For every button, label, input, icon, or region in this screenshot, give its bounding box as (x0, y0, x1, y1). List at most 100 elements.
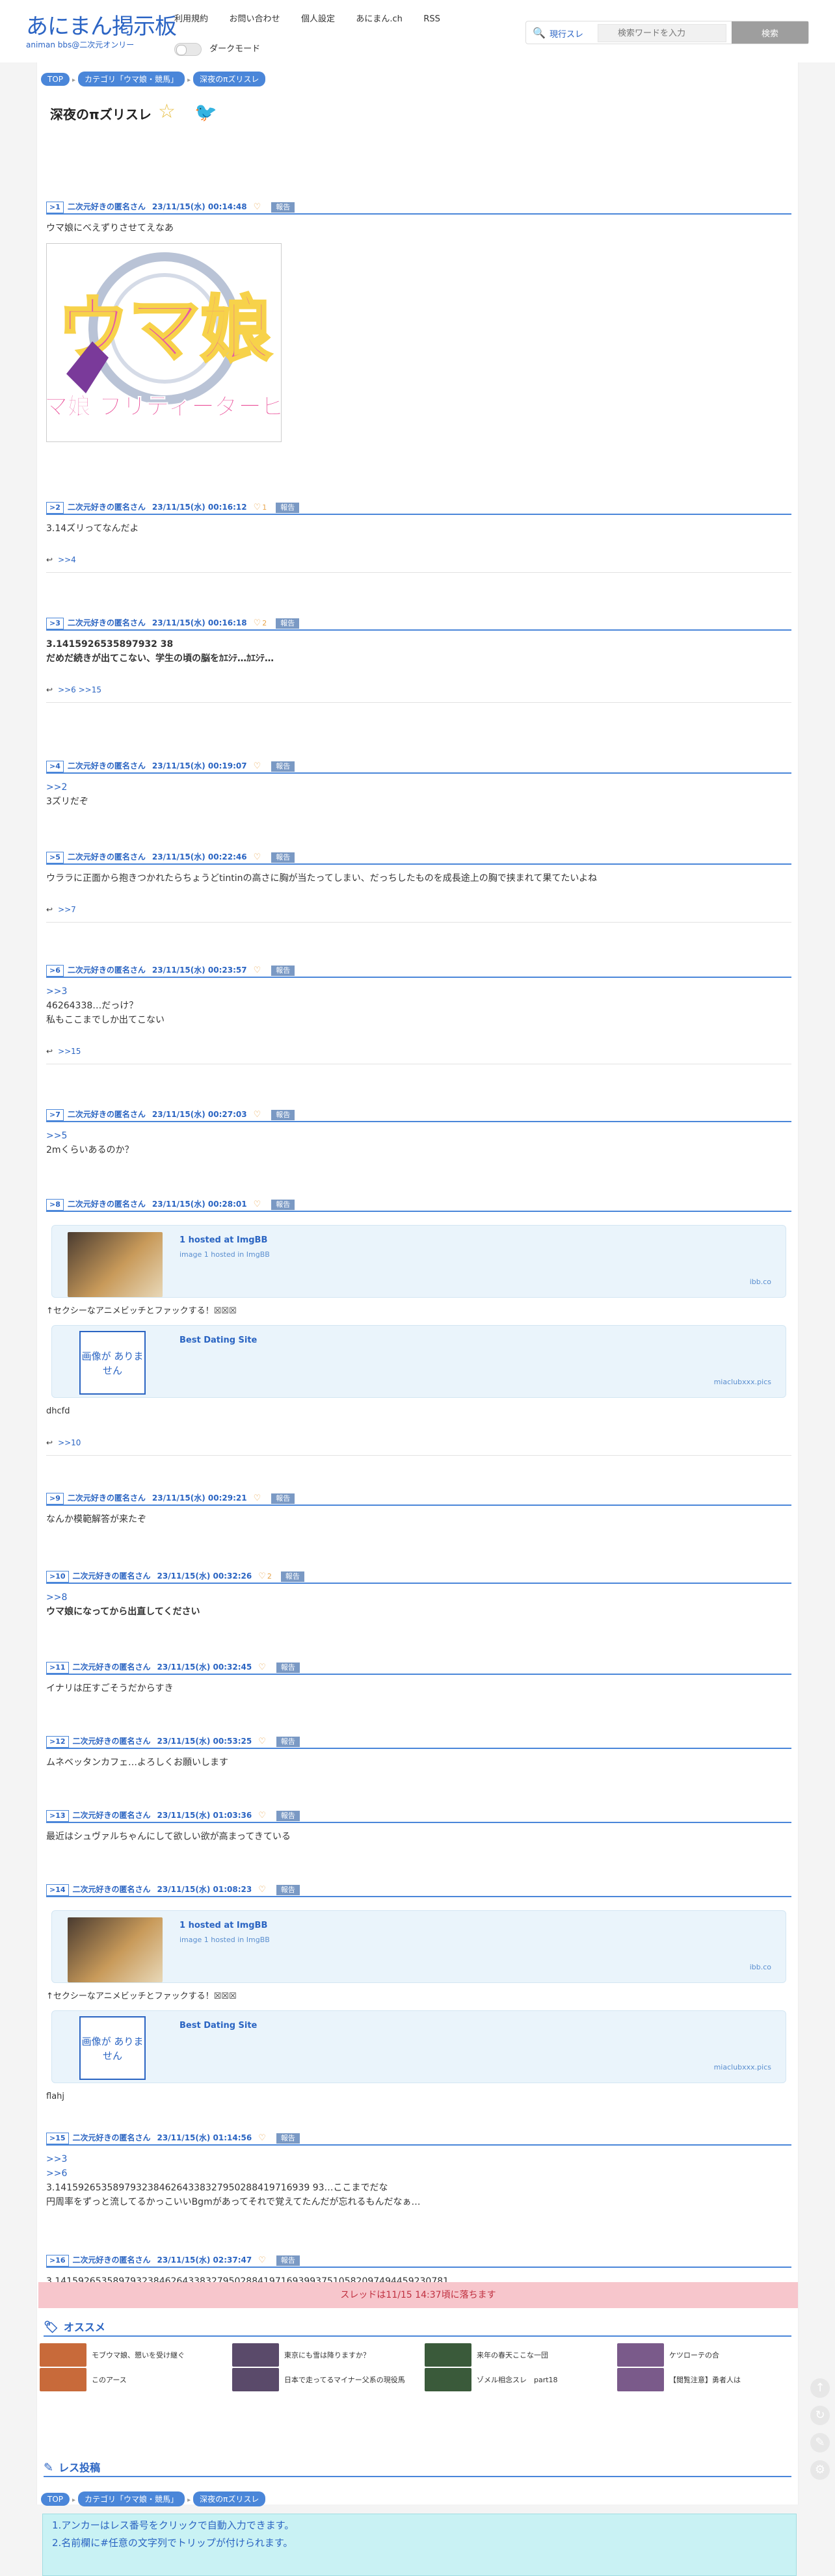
recommend-item[interactable]: 【閲覧注意】勇者人は (617, 2368, 799, 2391)
gear-icon[interactable]: ⚙ (810, 2460, 830, 2480)
post-number[interactable]: >6 (46, 965, 64, 977)
post-number[interactable]: >16 (46, 2255, 69, 2267)
edit-icon[interactable]: ✎ (810, 2433, 830, 2452)
breadcrumb-bottom: TOP ▸ カテゴリ「ウマ娘・競馬」 ▸ 深夜のπズリスレ (41, 2491, 268, 2506)
post-number[interactable]: >7 (46, 1109, 64, 1121)
report-button[interactable]: 報告 (271, 202, 295, 213)
reply-anchor[interactable]: >>2 (46, 780, 791, 795)
like-button[interactable]: ♡ (258, 1809, 267, 1822)
like-button[interactable]: ♡ 1 (254, 501, 267, 514)
like-button[interactable]: ♡ (258, 2254, 267, 2267)
like-button[interactable]: ♡ (258, 2132, 267, 2145)
breadcrumb-category[interactable]: カテゴリ「ウマ娘・競馬」 (78, 72, 185, 86)
heart-icon: ♡ (253, 1200, 261, 1209)
recommend-heading-text: オススメ (63, 2321, 105, 2333)
reply-anchor[interactable]: >>8 (46, 1590, 791, 1605)
recommend-item[interactable]: モブウマ娘、懇いを受け継ぐ (40, 2343, 222, 2367)
post-text-line: イナリは圧すごそうだからすき (46, 1683, 174, 1694)
link-preview-card[interactable]: 画像が ありません Best Dating Site miaclubxxx.pics (51, 1325, 786, 1398)
search-input[interactable] (598, 24, 726, 42)
report-button[interactable]: 報告 (276, 1663, 300, 1673)
post-image[interactable]: ウマ娘ウマ娘 プリティーダービー (46, 243, 282, 442)
reply-link[interactable]: >>6 >>15 (58, 685, 101, 694)
like-button[interactable]: ♡ (254, 1109, 263, 1122)
post-number[interactable]: >9 (46, 1493, 64, 1505)
reply-anchor[interactable]: >>3 (46, 2152, 791, 2166)
breadcrumb-top[interactable]: TOP (41, 73, 70, 86)
report-button[interactable]: 報告 (276, 1737, 300, 1747)
report-button[interactable]: 報告 (271, 761, 295, 772)
post-header: >2 二次元好きの匿名さん 23/11/15(水) 00:16:12 ♡ 1 報告 (46, 501, 791, 515)
post-number[interactable]: >10 (46, 1571, 69, 1583)
like-button[interactable]: ♡ (254, 201, 263, 214)
link-preview-card[interactable]: 画像が ありません Best Dating Site miaclubxxx.pics (51, 2010, 786, 2083)
link-preview-card[interactable]: 1 hosted at ImgBB image 1 hosted in ImgBB… (51, 1225, 786, 1298)
report-button[interactable]: 報告 (280, 1571, 304, 1582)
report-button[interactable]: 報告 (276, 1811, 300, 1821)
like-button[interactable]: ♡ 2 (254, 617, 267, 630)
reply-anchor[interactable]: >>6 (46, 2166, 791, 2181)
recommend-item[interactable]: 来年の春天ここな一団 (425, 2343, 607, 2367)
like-button[interactable]: ♡ (258, 1884, 267, 1897)
post-number[interactable]: >15 (46, 2133, 69, 2144)
nav-rss[interactable]: RSS (423, 14, 440, 24)
reply-link[interactable]: >>7 (58, 905, 76, 914)
like-button[interactable]: ♡ (254, 1198, 263, 1211)
like-button[interactable]: ♡ (258, 1735, 267, 1748)
post-number[interactable]: >5 (46, 852, 64, 863)
link-preview-card[interactable]: 1 hosted at ImgBB image 1 hosted in ImgBB… (51, 1910, 786, 1983)
post-number[interactable]: >14 (46, 1884, 69, 1896)
report-button[interactable]: 報告 (271, 852, 295, 863)
breadcrumb-thread[interactable]: 深夜のπズリスレ (193, 72, 266, 86)
reply-anchor[interactable]: >>5 (46, 1129, 791, 1143)
like-button[interactable]: ♡ (254, 760, 263, 773)
breadcrumb-top[interactable]: TOP (41, 2493, 70, 2506)
report-button[interactable]: 報告 (271, 966, 295, 976)
recommend-item[interactable]: ケツローテの合 (617, 2343, 799, 2367)
recommend-item[interactable]: ゾメル相念スレ part18 (425, 2368, 607, 2391)
reply-link[interactable]: >>10 (58, 1438, 81, 1447)
recommend-item[interactable]: このアース (40, 2368, 222, 2391)
reply-link[interactable]: >>4 (58, 555, 76, 564)
report-button[interactable]: 報告 (271, 1110, 295, 1120)
post-number[interactable]: >11 (46, 1662, 69, 1674)
twitter-share-icon[interactable]: 🐦 (194, 101, 217, 123)
post-number[interactable]: >1 (46, 202, 64, 213)
refresh-icon[interactable]: ↻ (810, 2406, 830, 2425)
site-logo[interactable]: あにまん掲示板 animan bbs@二次元オンリー (26, 16, 182, 50)
like-button[interactable]: ♡ (258, 1661, 267, 1674)
nav-contact[interactable]: お問い合わせ (229, 12, 280, 24)
search-button[interactable]: 検索 (732, 21, 808, 44)
nav-animanch[interactable]: あにまん.ch (356, 12, 403, 24)
arrow-up-icon[interactable]: ↑ (810, 2378, 830, 2398)
recommend-item[interactable]: 日本で走ってるマイナー父系の現役馬 (232, 2368, 414, 2391)
recommend-item[interactable]: 東京にも雪は降りますか？ (232, 2343, 414, 2367)
search-icon: 🔍 (533, 27, 546, 39)
post-number[interactable]: >2 (46, 502, 64, 514)
post-header: >10 二次元好きの匿名さん 23/11/15(水) 00:32:26 ♡ 2 報告 (46, 1570, 791, 1584)
report-button[interactable]: 報告 (276, 2133, 300, 2144)
nav-terms[interactable]: 利用規約 (174, 12, 208, 24)
post-number[interactable]: >3 (46, 618, 64, 629)
report-button[interactable]: 報告 (271, 1493, 295, 1504)
search-category-select[interactable]: 現行スレ (550, 27, 583, 40)
reply-link[interactable]: >>15 (58, 1047, 81, 1056)
post-2: >2 二次元好きの匿名さん 23/11/15(水) 00:16:12 ♡ 1 報告 3.14… (46, 501, 791, 573)
like-button[interactable]: ♡ 2 (258, 1570, 272, 1583)
report-button[interactable]: 報告 (276, 1885, 300, 1895)
like-button[interactable]: ♡ (254, 851, 263, 864)
post-number[interactable]: >8 (46, 1199, 64, 1211)
dark-mode-toggle[interactable] (174, 42, 202, 56)
like-button[interactable]: ♡ (254, 1492, 263, 1505)
post-number[interactable]: >4 (46, 761, 64, 772)
post-number[interactable]: >12 (46, 1736, 69, 1748)
reply-anchor[interactable]: >>3 (46, 984, 791, 999)
report-button[interactable]: 報告 (276, 503, 300, 513)
post-number[interactable]: >13 (46, 1810, 69, 1822)
nav-settings[interactable]: 個人設定 (301, 12, 335, 24)
report-button[interactable]: 報告 (276, 618, 300, 629)
like-button[interactable]: ♡ (254, 964, 263, 977)
report-button[interactable]: 報告 (271, 1200, 295, 1210)
favorite-star-icon[interactable]: ☆ (158, 100, 176, 123)
report-button[interactable]: 報告 (276, 2255, 300, 2266)
